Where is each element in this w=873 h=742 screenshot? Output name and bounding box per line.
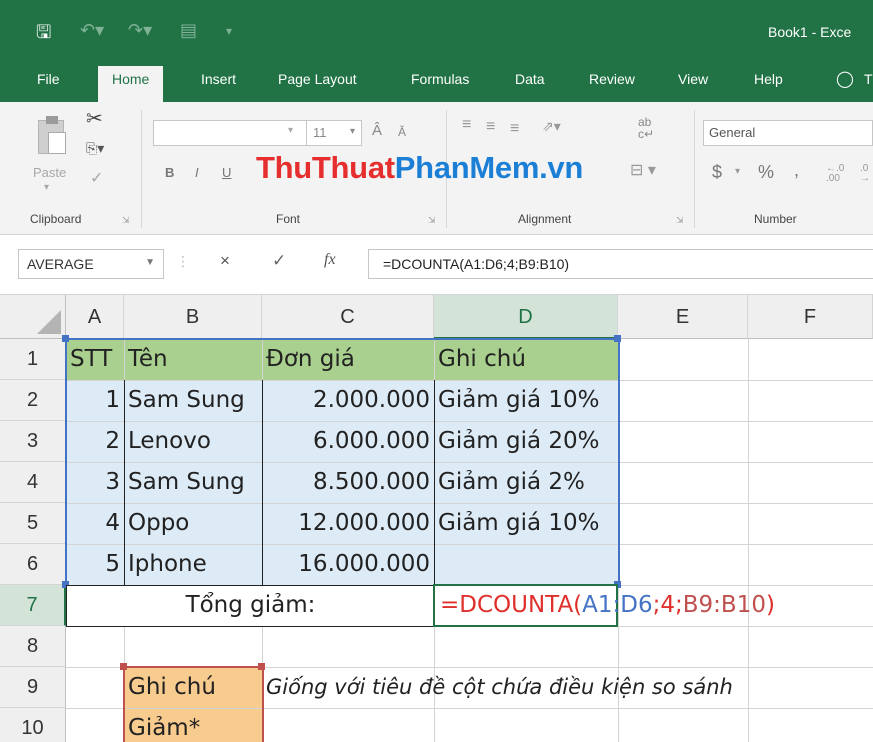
number-group-label: Number: [754, 212, 797, 226]
font-launcher-icon[interactable]: ⇲: [428, 215, 436, 226]
column-header-d[interactable]: D: [434, 295, 618, 339]
enter-button[interactable]: ✓: [272, 251, 286, 271]
criteria-note[interactable]: Giống với tiêu đề cột chứa điều kiện so …: [266, 667, 733, 708]
tab-formulas[interactable]: Formulas: [411, 71, 469, 87]
row-header-10[interactable]: 10: [0, 708, 66, 742]
font-name-input[interactable]: [153, 120, 307, 146]
comma-button[interactable]: ,: [794, 160, 799, 181]
underline-button[interactable]: U: [222, 165, 231, 180]
clipboard-group-label: Clipboard: [30, 212, 82, 226]
ribbon-tabs: File Home Insert Page Layout Formulas Da…: [0, 58, 873, 102]
merge-center-icon[interactable]: ⊟ ▾: [630, 160, 656, 180]
row-header-3[interactable]: 3: [0, 421, 66, 462]
select-all-button[interactable]: [0, 295, 66, 339]
formula-bar-grip-icon: ⋮: [176, 253, 190, 269]
customize-icon[interactable]: ▾: [226, 24, 232, 38]
paste-dropdown-icon[interactable]: ▾: [44, 182, 49, 193]
window-title: Book1 - Exce: [768, 24, 852, 40]
column-header-c[interactable]: C: [262, 295, 434, 339]
formula-input[interactable]: =DCOUNTA(A1:D6;4;B9:B10): [368, 249, 873, 279]
reference-range-a1-d6: [65, 338, 620, 587]
italic-button[interactable]: I: [195, 165, 199, 180]
cut-icon[interactable]: ✂: [86, 106, 103, 131]
font-group-label: Font: [276, 212, 301, 226]
align-bottom-icon[interactable]: ≡: [510, 120, 519, 138]
align-top-icon[interactable]: ≡: [462, 116, 471, 134]
clipboard-launcher-icon[interactable]: ⇲: [122, 215, 130, 226]
align-middle-icon[interactable]: ≡: [486, 118, 495, 136]
row-header-2[interactable]: 2: [0, 380, 66, 421]
tab-file[interactable]: File: [37, 71, 60, 87]
insert-function-button[interactable]: fx: [324, 251, 336, 269]
increase-decimal-icon[interactable]: ←.0.00: [826, 164, 844, 184]
format-painter-icon[interactable]: ✓: [90, 168, 103, 188]
bold-button[interactable]: B: [165, 165, 174, 180]
save-icon[interactable]: 🖫: [36, 20, 51, 50]
currency-button[interactable]: $: [712, 162, 722, 183]
row-header-7[interactable]: 7: [0, 585, 66, 626]
currency-dropdown-icon[interactable]: ▾: [735, 166, 740, 177]
worksheet-grid: A B C D E F 1 2 3 4 5 6 7 8 9 10 STT Tên…: [0, 295, 873, 742]
row-header-4[interactable]: 4: [0, 462, 66, 503]
row-header-1[interactable]: 1: [0, 339, 66, 380]
orientation-icon[interactable]: ⇗▾: [542, 118, 561, 135]
lightbulb-icon[interactable]: ◯: [836, 69, 854, 89]
row-header-6[interactable]: 6: [0, 544, 66, 585]
alignment-group-label: Alignment: [518, 212, 572, 226]
undo-icon[interactable]: ↶▾: [80, 20, 104, 41]
copy-icon[interactable]: ⎘▾: [86, 140, 104, 157]
shrink-font-icon[interactable]: Ǎ: [398, 125, 406, 139]
name-box[interactable]: AVERAGE ▼: [18, 249, 164, 279]
tab-help[interactable]: Help: [754, 71, 783, 87]
cell-d7-formula[interactable]: =DCOUNTA(A1:D6;4;B9:B10): [440, 585, 775, 626]
total-label: Tổng giảm:: [185, 592, 316, 618]
tab-insert[interactable]: Insert: [201, 71, 236, 87]
font-size-input[interactable]: 11 ▾: [306, 120, 362, 146]
paste-button[interactable]: [34, 116, 68, 160]
tab-data[interactable]: Data: [515, 71, 545, 87]
tab-home[interactable]: Home: [98, 66, 164, 102]
alignment-launcher-icon[interactable]: ⇲: [676, 215, 684, 226]
cancel-button[interactable]: ×: [220, 251, 230, 271]
cell-b9[interactable]: Ghi chú: [124, 667, 262, 708]
tab-review[interactable]: Review: [589, 71, 635, 87]
tab-page-layout[interactable]: Page Layout: [278, 71, 357, 87]
wrap-text-icon[interactable]: ab c↵: [638, 116, 654, 140]
column-header-a[interactable]: A: [66, 295, 124, 339]
redo-icon[interactable]: ↷▾: [128, 20, 152, 41]
font-name-dropdown-icon[interactable]: ▾: [288, 125, 293, 136]
name-box-dropdown-icon[interactable]: ▼: [145, 257, 155, 268]
tab-view[interactable]: View: [678, 71, 708, 87]
row-header-9[interactable]: 9: [0, 667, 66, 708]
form-icon[interactable]: ▤: [180, 20, 197, 41]
percent-button[interactable]: %: [758, 162, 774, 183]
row-header-5[interactable]: 5: [0, 503, 66, 544]
paste-label: Paste: [33, 165, 67, 180]
row-header-8[interactable]: 8: [0, 626, 66, 667]
watermark-logo: ThuThuatPhanMem.vn: [256, 150, 583, 185]
column-header-f[interactable]: F: [748, 295, 873, 339]
number-format-select[interactable]: General: [703, 120, 873, 146]
column-header-e[interactable]: E: [618, 295, 748, 339]
cell-b10[interactable]: Giảm*: [124, 708, 262, 742]
decrease-decimal-icon[interactable]: .0 →: [860, 164, 870, 184]
title-bar: 🖫 ↶▾ ↷▾ ▤ ▾ Book1 - Exce: [0, 0, 873, 58]
column-header-b[interactable]: B: [124, 295, 262, 339]
grow-font-icon[interactable]: Â: [372, 122, 382, 139]
formula-bar: AVERAGE ▼ ⋮ × ✓ fx =DCOUNTA(A1:D6;4;B9:B1…: [0, 235, 873, 295]
